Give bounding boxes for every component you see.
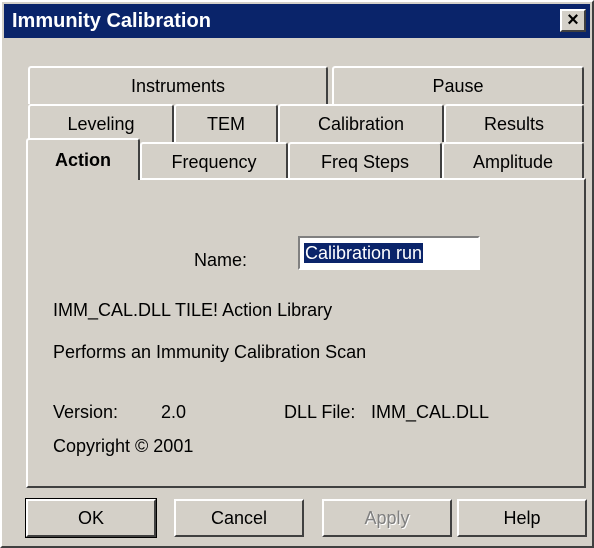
action-panel: Name: Calibration run IMM_CAL.DLL TILE! … bbox=[26, 178, 586, 488]
title-bar[interactable]: Immunity Calibration × bbox=[4, 4, 590, 38]
name-input-value: Calibration run bbox=[302, 242, 425, 264]
version-label: Version: bbox=[53, 402, 119, 422]
library-line: IMM_CAL.DLL TILE! Action Library bbox=[53, 300, 333, 320]
dll-file-label: DLL File: bbox=[284, 402, 356, 422]
tab-pause[interactable]: Pause bbox=[332, 66, 584, 104]
tab-action[interactable]: Action bbox=[26, 138, 140, 180]
window-title: Immunity Calibration bbox=[12, 10, 211, 32]
version-value: 2.0 bbox=[161, 402, 187, 422]
name-input[interactable]: Calibration run bbox=[298, 236, 480, 270]
tab-leveling[interactable]: Leveling bbox=[28, 104, 174, 142]
ok-button[interactable]: OK bbox=[25, 498, 157, 538]
apply-button[interactable]: Apply bbox=[322, 499, 452, 537]
dll-file-value: IMM_CAL.DLL bbox=[371, 402, 490, 422]
description: Performs an Immunity Calibration Scan bbox=[53, 342, 367, 362]
close-icon[interactable]: × bbox=[560, 9, 586, 32]
cancel-button[interactable]: Cancel bbox=[174, 499, 304, 537]
tab-tem[interactable]: TEM bbox=[174, 104, 278, 142]
copyright: Copyright © 2001 bbox=[53, 436, 194, 456]
tab-freq-steps[interactable]: Freq Steps bbox=[288, 142, 442, 180]
tab-frequency[interactable]: Frequency bbox=[140, 142, 288, 180]
name-label: Name: bbox=[194, 250, 248, 270]
help-button[interactable]: Help bbox=[457, 499, 587, 537]
immunity-calibration-dialog: Immunity Calibration × Instruments Pause… bbox=[0, 0, 594, 548]
tab-results[interactable]: Results bbox=[444, 104, 584, 142]
tab-instruments[interactable]: Instruments bbox=[28, 66, 328, 104]
tab-calibration[interactable]: Calibration bbox=[278, 104, 444, 142]
tab-amplitude[interactable]: Amplitude bbox=[442, 142, 584, 180]
